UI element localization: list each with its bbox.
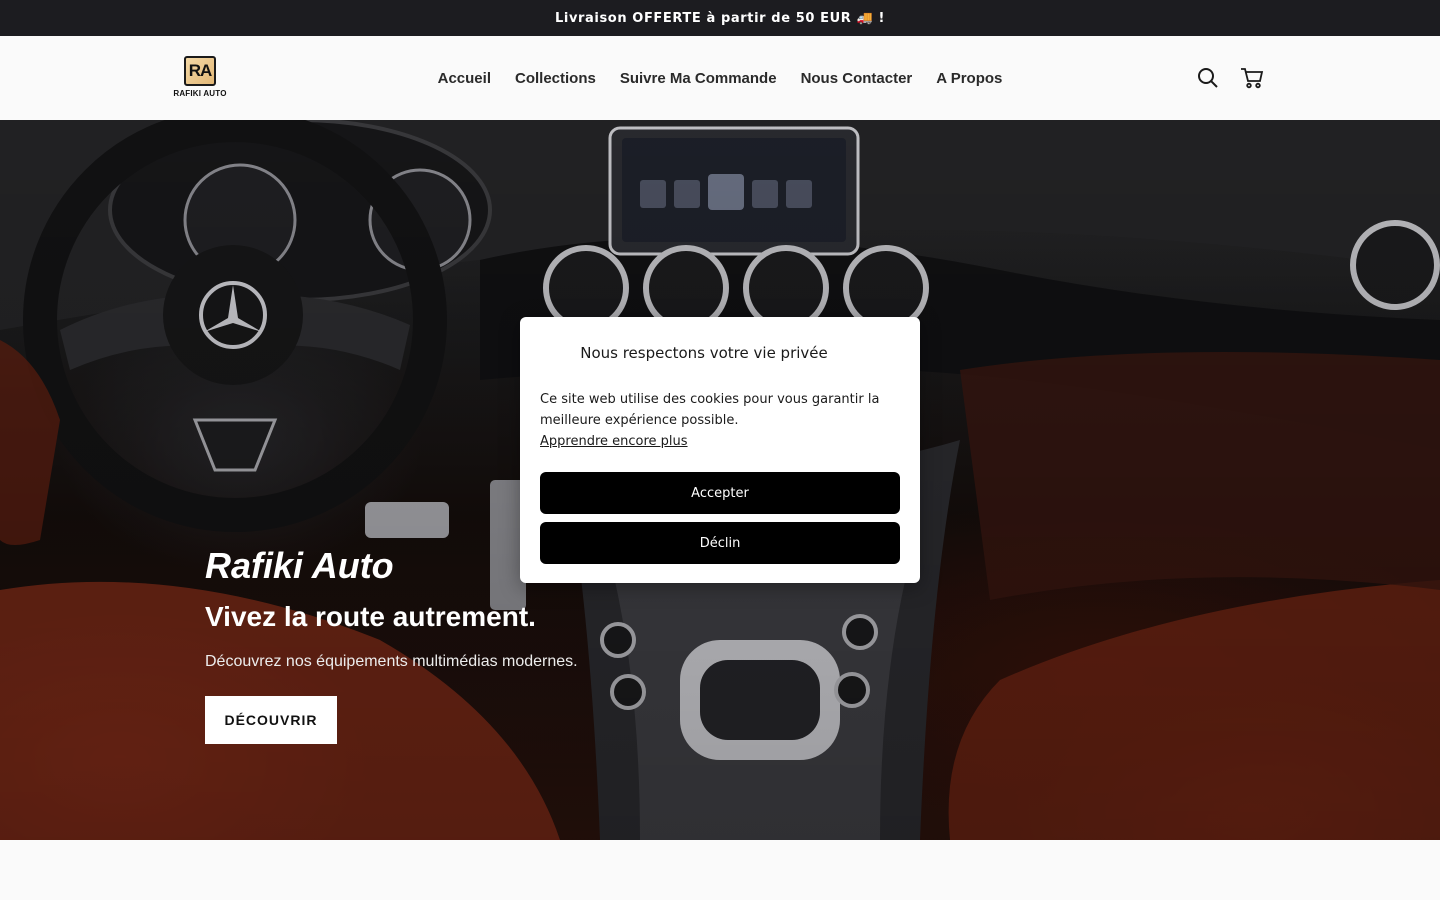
hero-subtitle: Vivez la route autrement. <box>205 601 536 632</box>
cookie-modal-title: Nous respectons votre vie privée <box>580 344 828 362</box>
cookie-consent-modal: Nous respectons votre vie privée Ce site… <box>520 317 920 583</box>
announcement-text: Livraison OFFERTE à partir de 50 EUR 🚚 ! <box>555 10 885 26</box>
learn-more-link[interactable]: Apprendre encore plus <box>540 431 688 452</box>
nav-item-collections[interactable]: Collections <box>515 70 596 87</box>
logo-mark: RA <box>184 56 216 86</box>
accept-cookies-button[interactable]: Accepter <box>540 472 900 514</box>
search-icon[interactable] <box>1195 65 1221 91</box>
site-header: RA RAFIKI AUTO Accueil Collections Suivr… <box>0 36 1440 120</box>
cookie-modal-body: Ce site web utilise des cookies pour vou… <box>540 389 900 452</box>
decline-cookies-button[interactable]: Déclin <box>540 522 900 564</box>
logo[interactable]: RA RAFIKI AUTO <box>166 56 234 102</box>
cookie-modal-text: Ce site web utilise des cookies pour vou… <box>540 392 880 428</box>
logo-text: RAFIKI AUTO <box>173 89 227 98</box>
nav-item-suivre-commande[interactable]: Suivre Ma Commande <box>620 70 777 87</box>
announcement-bar: Livraison OFFERTE à partir de 50 EUR 🚚 ! <box>0 0 1440 36</box>
cart-icon[interactable] <box>1239 65 1265 91</box>
discover-button[interactable]: DÉCOUVRIR <box>205 696 337 744</box>
nav-item-a-propos[interactable]: A Propos <box>936 70 1002 87</box>
hero-text: Découvrez nos équipements multimédias mo… <box>205 653 578 670</box>
nav-item-contact[interactable]: Nous Contacter <box>801 70 913 87</box>
nav-item-accueil[interactable]: Accueil <box>438 70 491 87</box>
